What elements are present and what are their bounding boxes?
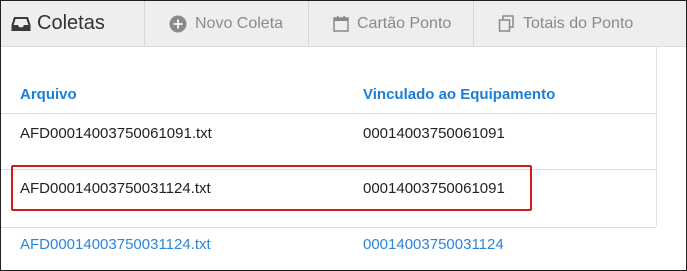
- nav-totais-do-ponto[interactable]: Totais do Ponto: [498, 1, 633, 46]
- highlight-box: [11, 165, 532, 211]
- nav-divider: [473, 1, 474, 46]
- inbox-icon: [11, 15, 31, 33]
- top-navbar: Coletas Novo Coleta Cartão Ponto Totais …: [1, 1, 686, 47]
- nav-label: Cartão Ponto: [357, 14, 452, 32]
- coletas-table: Arquivo Vinculado ao Equipamento AFD0001…: [1, 47, 656, 270]
- column-header-equipamento[interactable]: Vinculado ao Equipamento: [363, 86, 555, 103]
- row-divider: [1, 227, 656, 228]
- brand[interactable]: Coletas: [11, 1, 105, 46]
- nav-label: Novo Coleta: [195, 14, 284, 32]
- nav-label: Totais do Ponto: [523, 14, 634, 32]
- nav-divider: [144, 1, 145, 46]
- brand-title: Coletas: [37, 12, 105, 34]
- window: Coletas Novo Coleta Cartão Ponto Totais …: [0, 0, 687, 271]
- cell-arquivo: AFD00014003750061091.txt: [20, 125, 212, 142]
- cell-equipamento: 00014003750061091: [363, 125, 505, 142]
- header-divider: [1, 113, 656, 114]
- column-header-arquivo[interactable]: Arquivo: [20, 86, 77, 103]
- nav-novo-coleta[interactable]: Novo Coleta: [169, 1, 283, 46]
- nav-cartao-ponto[interactable]: Cartão Ponto: [333, 1, 451, 46]
- panel-border: [656, 47, 657, 227]
- cell-arquivo-link[interactable]: AFD00014003750031124.txt: [20, 236, 211, 253]
- cell-equipamento-link[interactable]: 00014003750031124: [363, 236, 504, 253]
- calendar-icon: [333, 15, 349, 32]
- plus-circle-icon: [169, 15, 187, 33]
- copy-icon: [498, 15, 515, 32]
- nav-divider: [308, 1, 309, 46]
